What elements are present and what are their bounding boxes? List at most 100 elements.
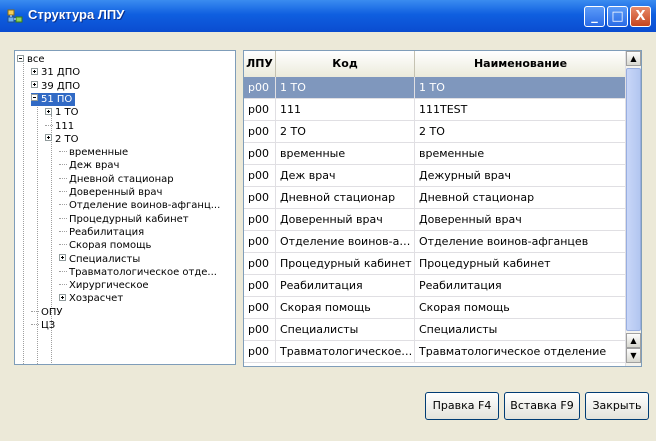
cell-name: 2 ТО — [415, 121, 627, 143]
cell-code: временные — [276, 143, 415, 165]
close-icon: X — [635, 9, 646, 24]
table-row[interactable]: p00 111 111TEST — [244, 99, 627, 121]
tree-node[interactable]: Скорая помощь — [59, 239, 151, 252]
window-title: Структура ЛПУ — [28, 7, 125, 22]
maximize-icon: □ — [611, 9, 624, 24]
column-header-name[interactable]: Наименование — [415, 51, 627, 77]
table-row[interactable]: p00Травматологическое отделе...Травматол… — [244, 341, 627, 363]
edit-button[interactable]: Правка F4 — [425, 392, 499, 420]
expand-icon[interactable] — [31, 67, 38, 75]
tree-connector — [59, 270, 67, 273]
minimize-button[interactable]: _ — [584, 6, 605, 27]
cell-lpu: p00 — [244, 253, 276, 275]
cell-name: Дежурный врач — [415, 165, 627, 187]
table-row[interactable]: p00 Специалисты Специалисты — [244, 319, 627, 341]
tree-node-label: 2 ТО — [55, 133, 79, 145]
tree-connector — [59, 244, 67, 246]
tree-node[interactable]: Дневной стационар — [59, 173, 174, 186]
structure-tree[interactable]: все 31 ДПО 39 ДПО 51 ПО 1 ТО 111 2 ТО временные… — [14, 50, 236, 365]
tree-node[interactable]: Хирургическое — [59, 279, 149, 292]
cell-lpu: p00 — [244, 297, 276, 319]
scroll-up-button[interactable]: ▲ — [626, 51, 641, 66]
insert-button[interactable]: Вставка F9 — [504, 392, 580, 420]
grid-header: ЛПУ Код Наименование — [244, 51, 627, 78]
title-bar[interactable]: Структура ЛПУ _ □ X — [0, 0, 656, 32]
tree-node-label: Скорая помощь — [69, 240, 152, 252]
table-row[interactable]: p00 1 ТО 1 ТО — [244, 77, 627, 99]
cell-code: Доверенный врач — [276, 209, 415, 231]
cell-name: временные — [415, 143, 627, 165]
tree-node[interactable]: Отделение воинов-афганц... — [59, 199, 220, 212]
tree-node[interactable]: Деж врач — [59, 159, 119, 172]
collapse-icon[interactable] — [17, 54, 24, 62]
scroll-thumb[interactable] — [626, 68, 641, 331]
close-window-button[interactable]: X — [630, 6, 651, 27]
cell-lpu: p00 — [244, 319, 276, 341]
table-row[interactable]: p00 Доверенный врач Доверенный врач — [244, 209, 627, 231]
collapse-icon[interactable] — [31, 94, 38, 102]
tree-node[interactable]: Хозрасчет — [59, 292, 123, 305]
tree-node[interactable]: 1 ТО — [45, 106, 79, 119]
cell-lpu: p00 — [244, 77, 276, 99]
table-row[interactable]: p00 Дневной стационар Дневной стационар — [244, 187, 627, 209]
grid-vertical-scrollbar[interactable]: ▲ ▲ ▼ — [625, 51, 641, 366]
scroll-down-button[interactable]: ▼ — [626, 348, 641, 363]
cell-code: Дневной стационар — [276, 187, 415, 209]
tree-node[interactable]: 51 ПО — [31, 92, 76, 106]
cell-lpu: p00 — [244, 231, 276, 253]
expand-icon[interactable] — [45, 134, 52, 142]
tree-node[interactable]: Процедурный кабинет — [59, 213, 189, 226]
tree-node-label: все — [27, 54, 45, 65]
cell-code: Отделение воинов-афганцев — [276, 231, 415, 253]
cell-name: Дневной стационар — [415, 187, 627, 209]
tree-node[interactable]: Доверенный врач — [59, 186, 162, 199]
cell-code: Скорая помощь — [276, 297, 415, 319]
tree-node-label: 111 — [55, 120, 75, 132]
column-header-lpu[interactable]: ЛПУ — [244, 51, 276, 77]
tree-node[interactable]: все — [17, 53, 45, 66]
tree-node[interactable]: 39 ДПО — [31, 80, 80, 93]
table-row[interactable]: p00 2 ТО 2 ТО — [244, 121, 627, 143]
lpu-grid[interactable]: ЛПУ Код Наименование p00 1 ТО 1 ТО p00 111 11… — [243, 50, 642, 367]
tree-node[interactable]: 2 ТО — [45, 133, 79, 146]
cell-lpu: p00 — [244, 121, 276, 143]
column-header-code[interactable]: Код — [276, 51, 415, 77]
table-row[interactable]: p00Отделение воинов-афганцевОтделение во… — [244, 231, 627, 253]
cell-name: Доверенный врач — [415, 209, 627, 231]
tree-node-label: ОПУ — [41, 306, 63, 318]
close-button[interactable]: Закрыть — [585, 392, 649, 420]
tree-node[interactable]: ОПУ — [31, 306, 62, 319]
tree-node-label: Доверенный врач — [69, 187, 163, 198]
expand-icon[interactable] — [59, 293, 66, 301]
expand-icon[interactable] — [59, 254, 66, 261]
tree-connector — [59, 164, 67, 166]
expand-icon[interactable] — [45, 107, 52, 115]
table-row[interactable]: p00 Процедурный кабинет Процедурный кабине… — [244, 253, 627, 275]
cell-lpu: p00 — [244, 275, 276, 297]
tree-node[interactable]: ЦЗ — [31, 319, 55, 332]
cell-lpu: p00 — [244, 187, 276, 209]
tree-node[interactable]: Травматологическое отде... — [59, 266, 217, 279]
tree-node[interactable]: временные — [59, 146, 128, 159]
cell-name: Травматологическое отделение — [415, 341, 627, 363]
tree-node[interactable]: 31 ДПО — [31, 66, 80, 79]
cell-name: Процедурный кабинет — [415, 253, 627, 275]
cell-name: 1 ТО — [415, 77, 627, 99]
table-row[interactable]: p00 Реабилитация Реабилитация — [244, 275, 627, 297]
tree-connector — [45, 124, 53, 127]
scroll-up-button-lower[interactable]: ▲ — [626, 333, 641, 348]
tree-connector — [59, 204, 67, 206]
tree-node[interactable]: 111 — [45, 120, 74, 133]
tree-node[interactable]: Специалисты — [59, 253, 140, 266]
tree-node[interactable]: Реабилитация — [59, 226, 144, 239]
maximize-button[interactable]: □ — [607, 6, 628, 27]
table-row[interactable]: p00 временные временные — [244, 143, 627, 165]
expand-icon[interactable] — [31, 81, 38, 89]
tree-node-label: Специалисты — [69, 253, 141, 265]
arrow-down-icon: ▼ — [630, 351, 637, 360]
table-row[interactable]: p00 Деж врач Дежурный врач — [244, 165, 627, 187]
tree-node-label: Процедурный кабинет — [69, 213, 189, 225]
tree-node-label: 31 ДПО — [41, 67, 81, 79]
table-row[interactable]: p00 Скорая помощь Скорая помощь — [244, 297, 627, 319]
cell-lpu: p00 — [244, 165, 276, 187]
